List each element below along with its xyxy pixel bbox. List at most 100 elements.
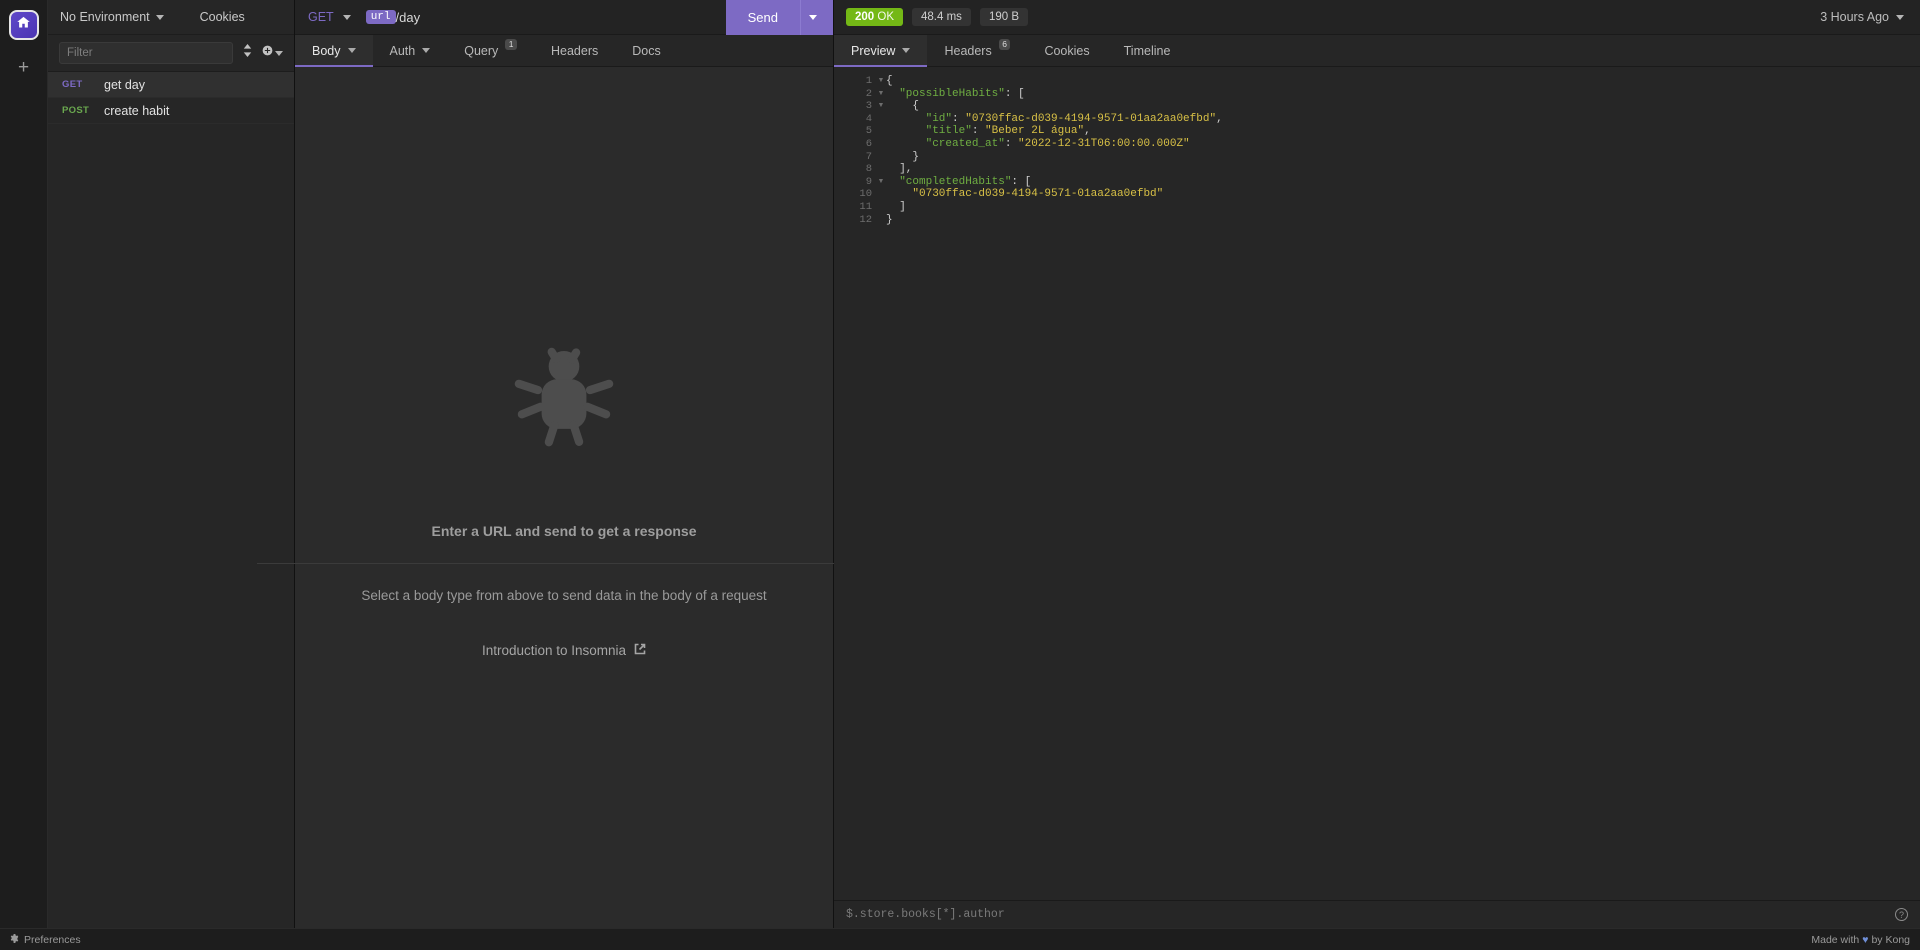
sidebar: No Environment Cookies Filter GET get da… (48, 0, 295, 928)
preferences-label: Preferences (24, 933, 81, 946)
line-number: 2 (865, 87, 872, 100)
tab-label: Headers (551, 43, 599, 58)
send-options-button[interactable] (800, 0, 833, 35)
request-name-label: create habit (104, 103, 170, 118)
http-method-selector[interactable]: GET (295, 10, 364, 24)
cookies-button[interactable]: Cookies (200, 10, 245, 24)
chevron-down-icon (342, 14, 351, 20)
code-text: ] (899, 200, 906, 213)
url-bar: GET url /day Send (295, 0, 833, 35)
tab-label: Query (464, 43, 499, 58)
request-tabs: Body Auth Query 1 Headers Docs (295, 35, 833, 67)
sort-button[interactable] (242, 44, 253, 62)
code-text: { (912, 100, 920, 113)
line-number: 12 (859, 213, 872, 226)
code-text: "title": "Beber 2L água", (925, 125, 1091, 138)
line-number: 8 (865, 163, 872, 176)
tab-preview[interactable]: Preview (834, 35, 928, 67)
code-line: 4 "id": "0730ffac-d039-4194-9571-01aa2aa… (834, 113, 1920, 126)
chevron-down-icon (422, 48, 431, 53)
chevron-down-icon (347, 48, 356, 53)
line-number: 1 (865, 75, 872, 87)
question-mark-icon[interactable]: ? (1895, 908, 1908, 921)
tab-badge: 6 (998, 39, 1011, 50)
tab-label: Timeline (1123, 43, 1171, 58)
preferences-button[interactable]: Preferences (10, 933, 81, 946)
code-text: { (886, 75, 893, 87)
request-list-item[interactable]: GET get day (48, 72, 294, 98)
response-time-badge[interactable]: 48.4 ms (912, 8, 971, 26)
tab-cookies[interactable]: Cookies (1027, 35, 1106, 66)
chevron-down-icon (1896, 14, 1904, 20)
chevron-down-icon (155, 14, 164, 20)
request-list-item[interactable]: POST create habit (48, 98, 294, 124)
gear-icon (10, 933, 19, 946)
chevron-down-icon (809, 14, 817, 20)
request-method-label: GET (62, 79, 83, 90)
add-workspace-button[interactable]: + (11, 54, 37, 80)
line-number: 4 (865, 112, 872, 125)
tab-query[interactable]: Query 1 (447, 35, 534, 66)
jsonpath-filter-input[interactable] (846, 908, 1895, 921)
response-body-viewer[interactable]: 1 ▼{2 ▼ "possibleHabits": [3 ▼ {4 "id": "07… (834, 67, 1920, 900)
status-bar: Preferences Made with ♥ by Kong (0, 928, 1920, 950)
url-path-text: /day (395, 9, 421, 25)
home-icon (16, 15, 31, 35)
status-badge[interactable]: 200 OK (846, 8, 904, 26)
code-text: "0730ffac-d039-4194-9571-01aa2aa0efbd" (912, 188, 1164, 201)
made-by-label: Made with ♥ by Kong (1811, 934, 1910, 946)
introduction-link[interactable]: Introduction to Insomnia (482, 643, 646, 658)
code-line: 9 ▼ "completedHabits": [ (834, 176, 1920, 189)
fold-toggle-icon[interactable]: ▼ (876, 100, 886, 113)
code-line: 7 } (834, 151, 1920, 164)
fold-toggle-icon[interactable]: ▼ (876, 88, 886, 101)
filter-input[interactable] (59, 42, 233, 64)
main-content-row: + No Environment Cookies Filter GET get … (0, 0, 1920, 928)
line-number: 9 (865, 175, 872, 188)
environment-label: No Environment (60, 10, 150, 24)
code-line: 12} (834, 214, 1920, 227)
code-line: 8 ], (834, 163, 1920, 176)
activity-rail: + (0, 0, 48, 928)
tab-auth[interactable]: Auth (373, 35, 448, 66)
tab-body[interactable]: Body (295, 35, 373, 67)
send-button[interactable]: Send (725, 0, 800, 35)
request-pane: GET url /day Send Body Auth Query 1 Headers D… (257, 0, 871, 928)
fold-toggle-icon[interactable]: ▼ (876, 176, 886, 189)
url-template-variable[interactable]: url (365, 10, 396, 24)
code-text: "id": "0730ffac-d039-4194-9571-01aa2aa0e… (925, 112, 1223, 125)
heart-icon: ♥ (1862, 933, 1869, 946)
code-line: 1 ▼{ (834, 75, 1920, 88)
tab-timeline[interactable]: Timeline (1107, 35, 1188, 66)
empty-state-title: Enter a URL and send to get a response (431, 522, 697, 539)
create-request-button[interactable] (262, 44, 283, 62)
line-number: 11 (859, 200, 872, 213)
home-button[interactable] (8, 10, 39, 40)
line-number: 10 (859, 188, 872, 201)
tab-headers[interactable]: Headers 6 (927, 35, 1027, 66)
tab-label: Headers (944, 43, 992, 58)
tab-label: Cookies (1044, 43, 1090, 58)
tab-headers[interactable]: Headers (534, 35, 615, 66)
response-history-button[interactable]: 3 Hours Ago (1820, 10, 1908, 24)
response-size-badge[interactable]: 190 B (979, 8, 1028, 26)
fold-toggle-icon[interactable]: ▼ (876, 75, 886, 88)
url-input[interactable]: url /day (364, 10, 726, 25)
http-method-label: GET (308, 10, 334, 24)
environment-selector[interactable]: No Environment (60, 10, 164, 24)
insomnia-window: + No Environment Cookies Filter GET get … (0, 0, 1920, 950)
sidebar-header: No Environment Cookies (48, 0, 294, 35)
tab-docs[interactable]: Docs (615, 35, 677, 66)
tab-label: Docs (632, 43, 661, 58)
line-number: 3 (865, 100, 872, 113)
code-text: "created_at": "2022-12-31T06:00:00.000Z" (925, 137, 1190, 150)
empty-state-subtitle: Select a body type from above to send da… (361, 587, 767, 603)
made-suffix: by Kong (1871, 933, 1910, 946)
jsonpath-filter-bar: ? (834, 900, 1920, 928)
tab-label: Preview (851, 43, 896, 58)
status-text: OK (877, 11, 895, 23)
request-list: GET get day POST create habit (48, 72, 294, 928)
sort-icon (242, 44, 253, 62)
tab-label: Auth (389, 43, 416, 58)
response-status-bar: 200 OK 48.4 ms 190 B 3 Hours Ago (834, 0, 1920, 35)
